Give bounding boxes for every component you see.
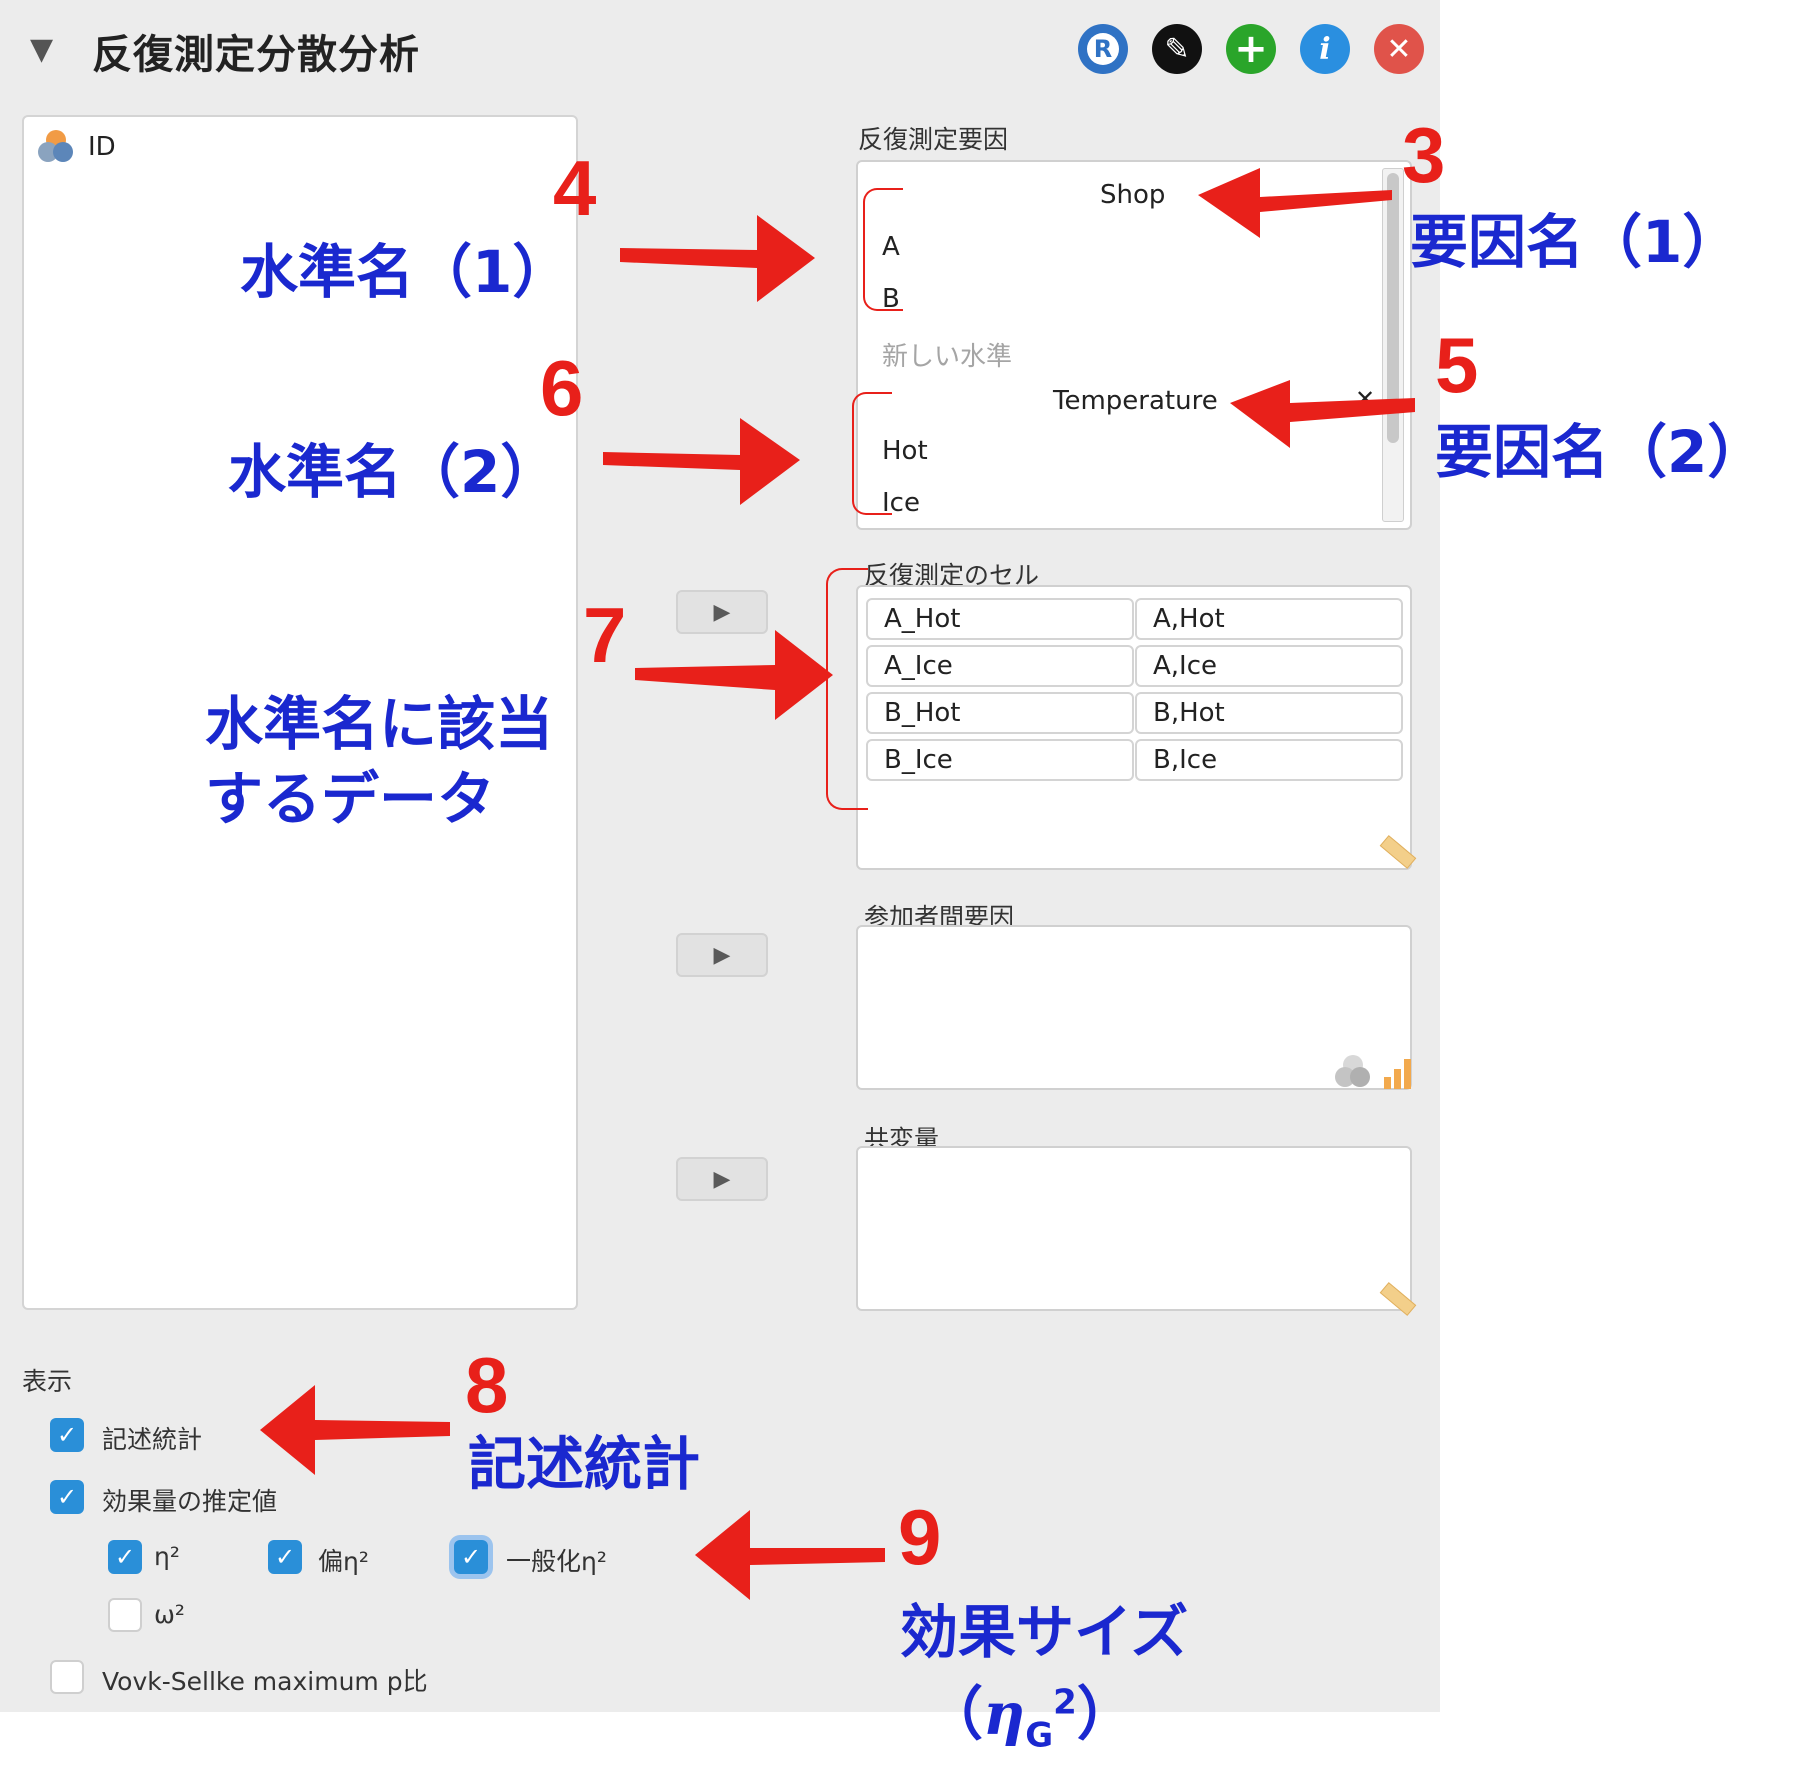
annotation-number-4: 4 [553,144,597,232]
annotation-number-7: 7 [583,591,627,679]
annotation-eta-close: ） [1076,1680,1135,1748]
annotation-factor-name-1: 要因名（1） [1410,208,1741,276]
arrow-to-temperature [1230,380,1415,448]
annotation-descriptives: 記述統計 [468,1430,701,1498]
annotation-number-9: 9 [898,1493,942,1581]
annotation-data-line1: 水準名に該当 [205,690,554,758]
annotation-number-8: 8 [465,1341,509,1429]
annotation-eta-sub: G [1025,1715,1054,1756]
arrow-to-descriptives [260,1385,450,1475]
annotation-number-6: 6 [540,344,584,432]
annotation-number-5: 5 [1435,321,1479,409]
annotation-number-3: 3 [1402,111,1446,199]
annotation-factor-name-2: 要因名（2） [1435,418,1766,486]
arrow-to-levels-1 [620,215,815,302]
annotation-eta-open: （ [925,1680,984,1748]
arrow-to-cells [635,630,833,720]
arrow-to-shop [1198,168,1392,238]
annotation-eta-g-squared: （ηG2） [925,1680,1135,1756]
arrow-to-generalized-eta [695,1510,885,1600]
annotation-eta-sup: 2 [1053,1682,1077,1723]
annotation-level-name-1: 水準名（1） [240,238,571,306]
annotation-data-line2: するデータ [205,765,496,833]
annotation-eta-symbol: η [983,1680,1026,1748]
arrow-to-levels-2 [603,418,800,505]
annotation-effect-size: 効果サイズ [900,1598,1189,1666]
annotation-level-name-2: 水準名（2） [228,438,559,506]
